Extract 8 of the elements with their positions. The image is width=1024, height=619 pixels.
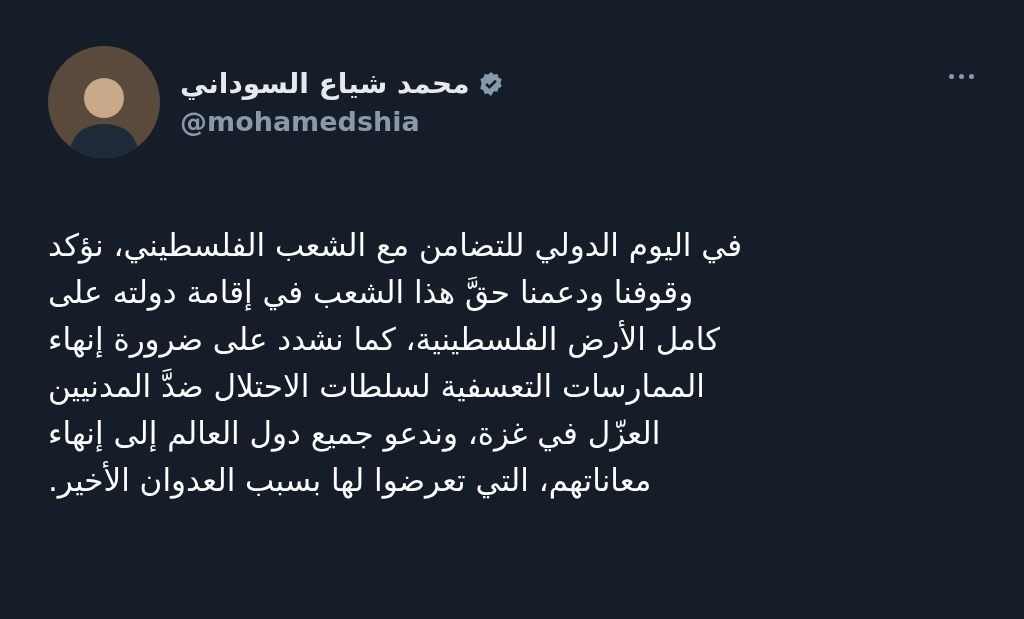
tweet-text-line: في اليوم الدولي للتضامن مع الشعب الفلسطيني، نؤكد	[48, 226, 742, 266]
tweet-text-line: معاناتهم، التي تعرضوا لها بسبب العدوان الأخير.	[48, 460, 652, 501]
tweet-text-line: الممارسات التعسفية لسلطات الاحتلال ضدَّ المدنيين	[48, 367, 705, 407]
tweet-text-line: وقوفنا ودعمنا حقَّ هذا الشعب في إقامة دولته على	[48, 273, 694, 313]
tweet-text-line: العزّل في غزة، وندعو جميع دول العالم إلى إنهاء	[48, 414, 661, 454]
author-name[interactable]: محمد شياع السوداني	[180, 67, 470, 100]
tweet-text-line: كامل الأرض الفلسطينية، كما نشدد على ضرورة إنهاء	[48, 319, 721, 360]
author-handle[interactable]: @mohamedshia	[180, 106, 925, 137]
